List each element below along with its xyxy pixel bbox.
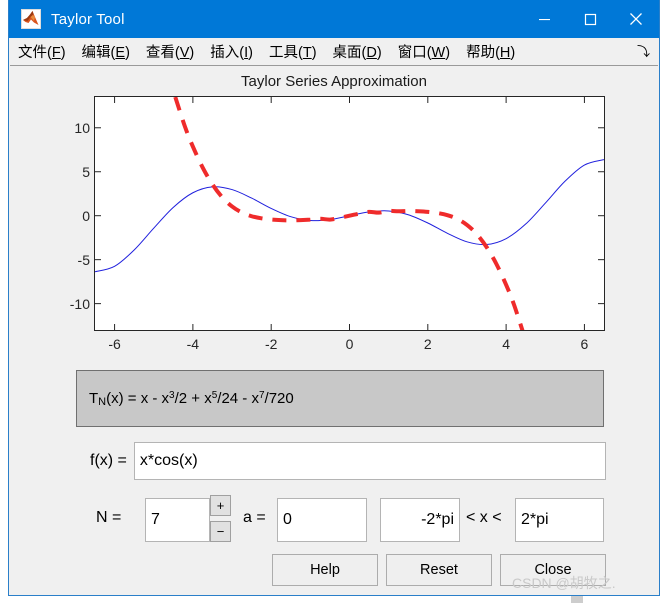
window-title: Taylor Tool	[51, 10, 125, 28]
n-input[interactable]	[145, 498, 210, 542]
y-tick-label: -10	[69, 295, 90, 312]
taylor-formula-panel: TN(x) = x - x3/2 + x5/24 - x7/720	[76, 370, 604, 427]
window-controls	[521, 0, 659, 38]
menu-label-desktop-post: )	[376, 45, 382, 61]
plot-area: -10 -5 0 5 10 -6 -4 -2 0 2 4 6	[70, 96, 605, 352]
menu-mnemonic-help: H	[499, 45, 511, 61]
menu-item-desktop[interactable]: 桌面(D)	[325, 41, 390, 62]
menu-label-tools-post: )	[311, 45, 317, 61]
n-label: N =	[96, 509, 122, 526]
plot-curves	[95, 97, 604, 330]
close-button[interactable]	[613, 0, 659, 38]
plot-axes-box	[94, 96, 605, 331]
close-dialog-button[interactable]: Close	[500, 554, 606, 586]
menu-item-tools[interactable]: 工具(T)	[261, 41, 325, 62]
series-taylor	[173, 97, 525, 330]
menu-item-insert[interactable]: 插入(I)	[202, 41, 261, 62]
menu-label-insert-post: )	[248, 45, 253, 61]
parameters-row: N = + − a = < x <	[10, 495, 658, 545]
n-increment-button[interactable]: +	[210, 495, 231, 516]
menu-label-help-pre: 帮助(	[466, 45, 500, 61]
x-tick-label: 2	[423, 336, 432, 352]
x-tick-label: 0	[345, 336, 354, 352]
menu-label-insert-pre: 插入(	[210, 45, 245, 61]
reset-button[interactable]: Reset	[386, 554, 492, 586]
minimize-button[interactable]	[521, 0, 567, 38]
menu-bar: 文件(F) 编辑(E) 查看(V) 插入(I) 工具(T) 桌面(D) 窗口(W…	[10, 38, 658, 66]
x-tick-label: -6	[108, 336, 121, 352]
x-tick-label: -4	[186, 336, 200, 352]
x-tick-label: 6	[580, 336, 589, 352]
menu-mnemonic-view: V	[179, 45, 190, 61]
menu-mnemonic-window: W	[431, 45, 446, 61]
menu-overflow-arrow-icon[interactable]: ⤵	[637, 45, 650, 58]
menu-label-edit-post: )	[125, 45, 130, 61]
menu-label-window-pre: 窗口(	[397, 45, 432, 61]
menu-mnemonic-file: F	[51, 45, 61, 61]
y-tick-label: 0	[82, 207, 90, 224]
a-input[interactable]	[277, 498, 367, 542]
x-tick-label: -2	[264, 336, 278, 352]
menu-label-view-pre: 查看(	[145, 45, 180, 61]
menu-item-help[interactable]: 帮助(H)	[458, 41, 523, 62]
function-input-row: f(x) =	[90, 442, 606, 480]
menu-label-file-post: )	[60, 45, 66, 61]
taylor-formula-text: TN(x) = x - x3/2 + x5/24 - x7/720	[89, 389, 294, 408]
range-inequality-label: < x <	[466, 509, 502, 526]
title-bar: Taylor Tool	[9, 0, 659, 38]
function-input[interactable]	[133, 442, 606, 480]
menu-item-view[interactable]: 查看(V)	[138, 41, 202, 62]
menu-mnemonic-edit: E	[115, 45, 126, 61]
menu-item-file[interactable]: 文件(F)	[10, 41, 74, 62]
taylor-tool-window: Taylor Tool 文件(F) 编辑(E) 查看(V) 插入(I) 工具(T…	[8, 0, 660, 596]
menu-mnemonic-tools: T	[302, 45, 312, 61]
menu-label-help-post: )	[510, 45, 516, 61]
y-tick-label: 10	[74, 119, 90, 136]
menu-label-edit-pre: 编辑(	[81, 45, 116, 61]
maximize-button[interactable]	[567, 0, 613, 38]
figure-canvas: Taylor Series Approximation -10 -5 0 5 10 -6-…	[10, 67, 658, 594]
y-tick-label: 5	[82, 163, 90, 180]
menu-mnemonic-desktop: D	[366, 45, 377, 61]
y-tick-label: -5	[77, 251, 90, 268]
chart-title: Taylor Series Approximation	[241, 73, 427, 90]
menu-item-window[interactable]: 窗口(W)	[390, 41, 458, 62]
scrollbar-stub[interactable]	[571, 596, 583, 603]
dialog-button-row: Help Reset Close	[10, 554, 658, 588]
menu-label-desktop-pre: 桌面(	[332, 45, 367, 61]
range-min-input[interactable]	[380, 498, 460, 542]
menu-label-view-post: )	[189, 45, 195, 61]
a-label: a =	[243, 509, 266, 526]
function-input-label: f(x) =	[90, 452, 127, 469]
help-button[interactable]: Help	[272, 554, 378, 586]
menu-label-tools-pre: 工具(	[268, 45, 303, 61]
n-decrement-button[interactable]: −	[210, 521, 231, 542]
menu-label-file-pre: 文件(	[18, 45, 52, 61]
matlab-icon	[21, 9, 41, 29]
menu-label-window-post: )	[445, 45, 451, 61]
range-max-input[interactable]	[515, 498, 604, 542]
x-tick-label: 4	[502, 336, 510, 352]
menu-item-edit[interactable]: 编辑(E)	[74, 41, 138, 62]
